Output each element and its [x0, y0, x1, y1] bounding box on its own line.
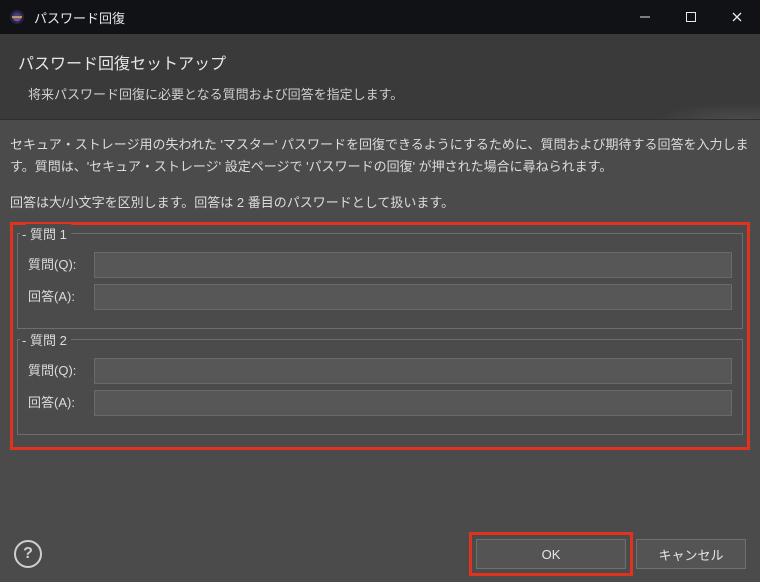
eclipse-icon	[8, 8, 26, 26]
group-2-answer-label: 回答(A):	[28, 392, 88, 414]
description-1: セキュア・ストレージ用の失われた 'マスター' パスワードを回復できるようにする…	[10, 134, 750, 178]
maximize-button[interactable]	[668, 0, 714, 34]
group-1-answer-row: 回答(A):	[28, 284, 732, 310]
group-2-answer-input[interactable]	[94, 390, 732, 416]
minimize-button[interactable]	[622, 0, 668, 34]
titlebar: パスワード回復	[0, 0, 760, 34]
group-1-question-input[interactable]	[94, 252, 732, 278]
banner-heading: パスワード回復セットアップ	[18, 50, 742, 74]
group-2-answer-row: 回答(A):	[28, 390, 732, 416]
cancel-button[interactable]: キャンセル	[636, 539, 746, 569]
groups-highlight: 質問 1 質問(Q): 回答(A): 質問 2 質問(Q): 回答(A):	[10, 222, 750, 450]
group-2-legend: 質問 2	[26, 330, 71, 352]
description-2: 回答は大/小文字を区別します。回答は 2 番目のパスワードとして扱います。	[10, 192, 750, 214]
group-question-2: 質問 2 質問(Q): 回答(A):	[17, 339, 743, 435]
banner-subtext: 将来パスワード回復に必要となる質問および回答を指定します。	[28, 84, 742, 103]
group-2-question-input[interactable]	[94, 358, 732, 384]
footer: ? OK キャンセル	[0, 526, 760, 582]
group-question-1: 質問 1 質問(Q): 回答(A):	[17, 233, 743, 329]
close-button[interactable]	[714, 0, 760, 34]
ok-button-label: OK	[542, 547, 561, 562]
content: セキュア・ストレージ用の失われた 'マスター' パスワードを回復できるようにする…	[0, 120, 760, 460]
group-1-answer-label: 回答(A):	[28, 286, 88, 308]
group-1-question-row: 質問(Q):	[28, 252, 732, 278]
group-1-question-label: 質問(Q):	[28, 254, 88, 276]
group-1-legend: 質問 1	[26, 224, 71, 246]
group-2-question-label: 質問(Q):	[28, 360, 88, 382]
ok-button[interactable]: OK	[476, 539, 626, 569]
group-1-answer-input[interactable]	[94, 284, 732, 310]
window-title: パスワード回復	[34, 8, 622, 27]
cancel-button-label: キャンセル	[658, 545, 723, 564]
banner: パスワード回復セットアップ 将来パスワード回復に必要となる質問および回答を指定し…	[0, 34, 760, 120]
help-icon[interactable]: ?	[14, 540, 42, 568]
group-2-question-row: 質問(Q):	[28, 358, 732, 384]
